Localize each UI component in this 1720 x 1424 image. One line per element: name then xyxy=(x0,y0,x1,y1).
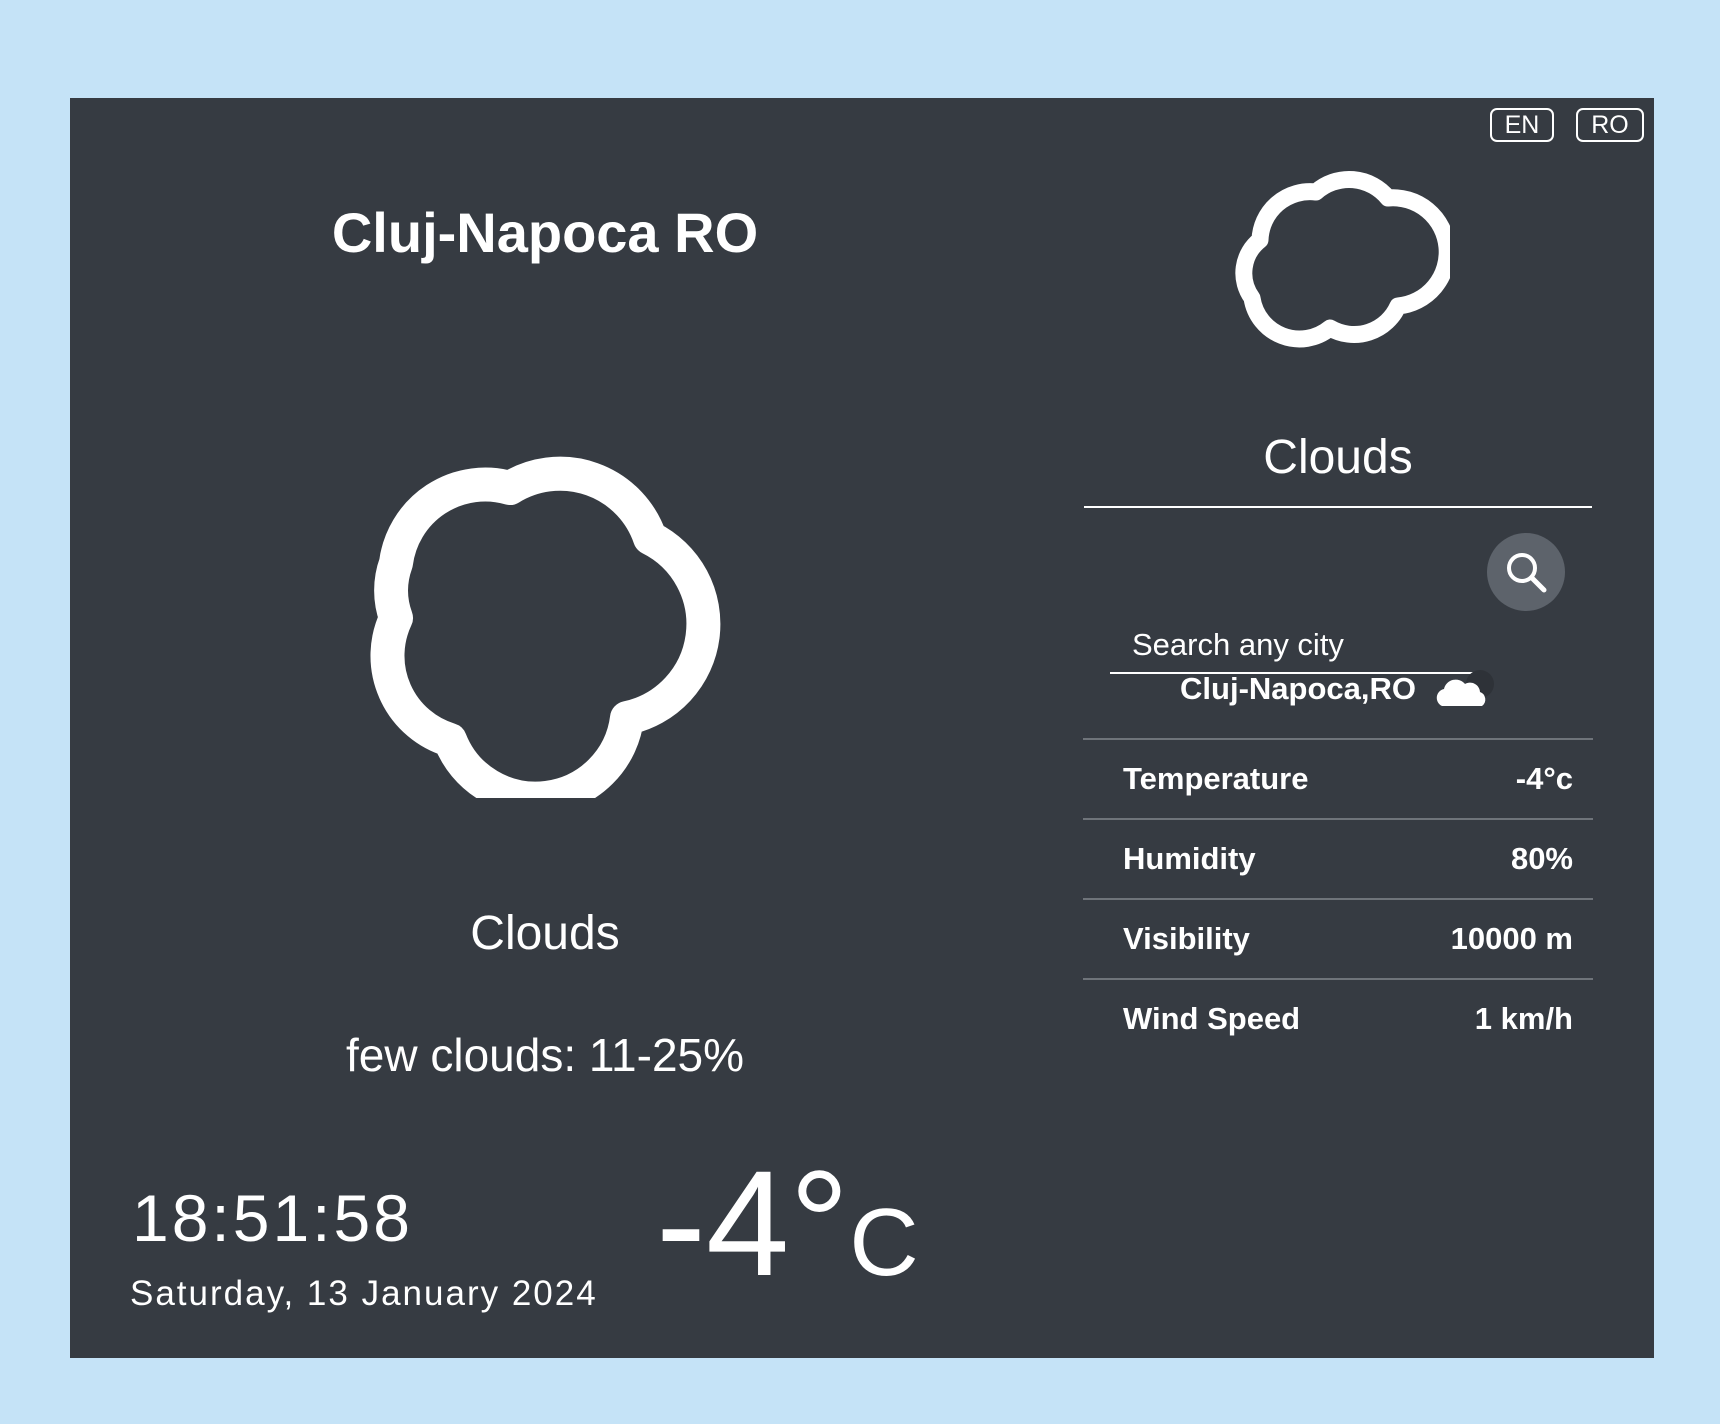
detail-label: Humidity xyxy=(1123,841,1256,876)
cloud-filled-icon xyxy=(1436,670,1494,706)
detail-row-visibility: Visibility 10000 m xyxy=(1083,898,1593,978)
weather-card: EN RO Cluj-Napoca RO Clouds few clouds: … xyxy=(70,98,1654,1358)
detail-row-temperature: Temperature -4°c xyxy=(1083,738,1593,818)
detail-value: -4°c xyxy=(1515,761,1573,796)
location-name: Cluj-Napoca,RO xyxy=(1180,671,1416,706)
details-table: Temperature -4°c Humidity 80% Visibility… xyxy=(1083,738,1593,1058)
temperature-unit: C xyxy=(849,1189,919,1296)
current-date: Saturday, 13 January 2024 xyxy=(130,1274,598,1313)
cloud-outline-icon xyxy=(370,456,721,798)
detail-value: 1 km/h xyxy=(1474,1001,1573,1036)
city-title: Cluj-Napoca RO xyxy=(331,201,759,264)
detail-row-wind-speed: Wind Speed 1 km/h xyxy=(1083,978,1593,1058)
side-weather-label: Clouds xyxy=(1263,431,1413,484)
detail-row-humidity: Humidity 80% xyxy=(1083,818,1593,898)
current-temperature: -4°C xyxy=(656,1148,919,1298)
detail-label: Wind Speed xyxy=(1123,1001,1301,1036)
temperature-value: -4° xyxy=(656,1139,850,1307)
divider xyxy=(1084,506,1592,508)
current-time: 18:51:58 xyxy=(132,1181,413,1255)
cloud-outline-icon xyxy=(1235,170,1450,348)
detail-label: Visibility xyxy=(1123,921,1250,956)
detail-value: 80% xyxy=(1510,841,1573,876)
location-row: Cluj-Napoca,RO xyxy=(1084,666,1592,712)
weather-description: few clouds: 11-25% xyxy=(345,1029,745,1081)
search-button[interactable] xyxy=(1487,533,1565,611)
detail-value: 10000 m xyxy=(1450,921,1573,956)
language-en-button[interactable]: EN xyxy=(1490,108,1554,142)
search-icon xyxy=(1507,553,1547,593)
detail-label: Temperature xyxy=(1123,761,1309,796)
weather-main-label: Clouds xyxy=(470,907,620,960)
language-ro-button[interactable]: RO xyxy=(1576,108,1644,142)
